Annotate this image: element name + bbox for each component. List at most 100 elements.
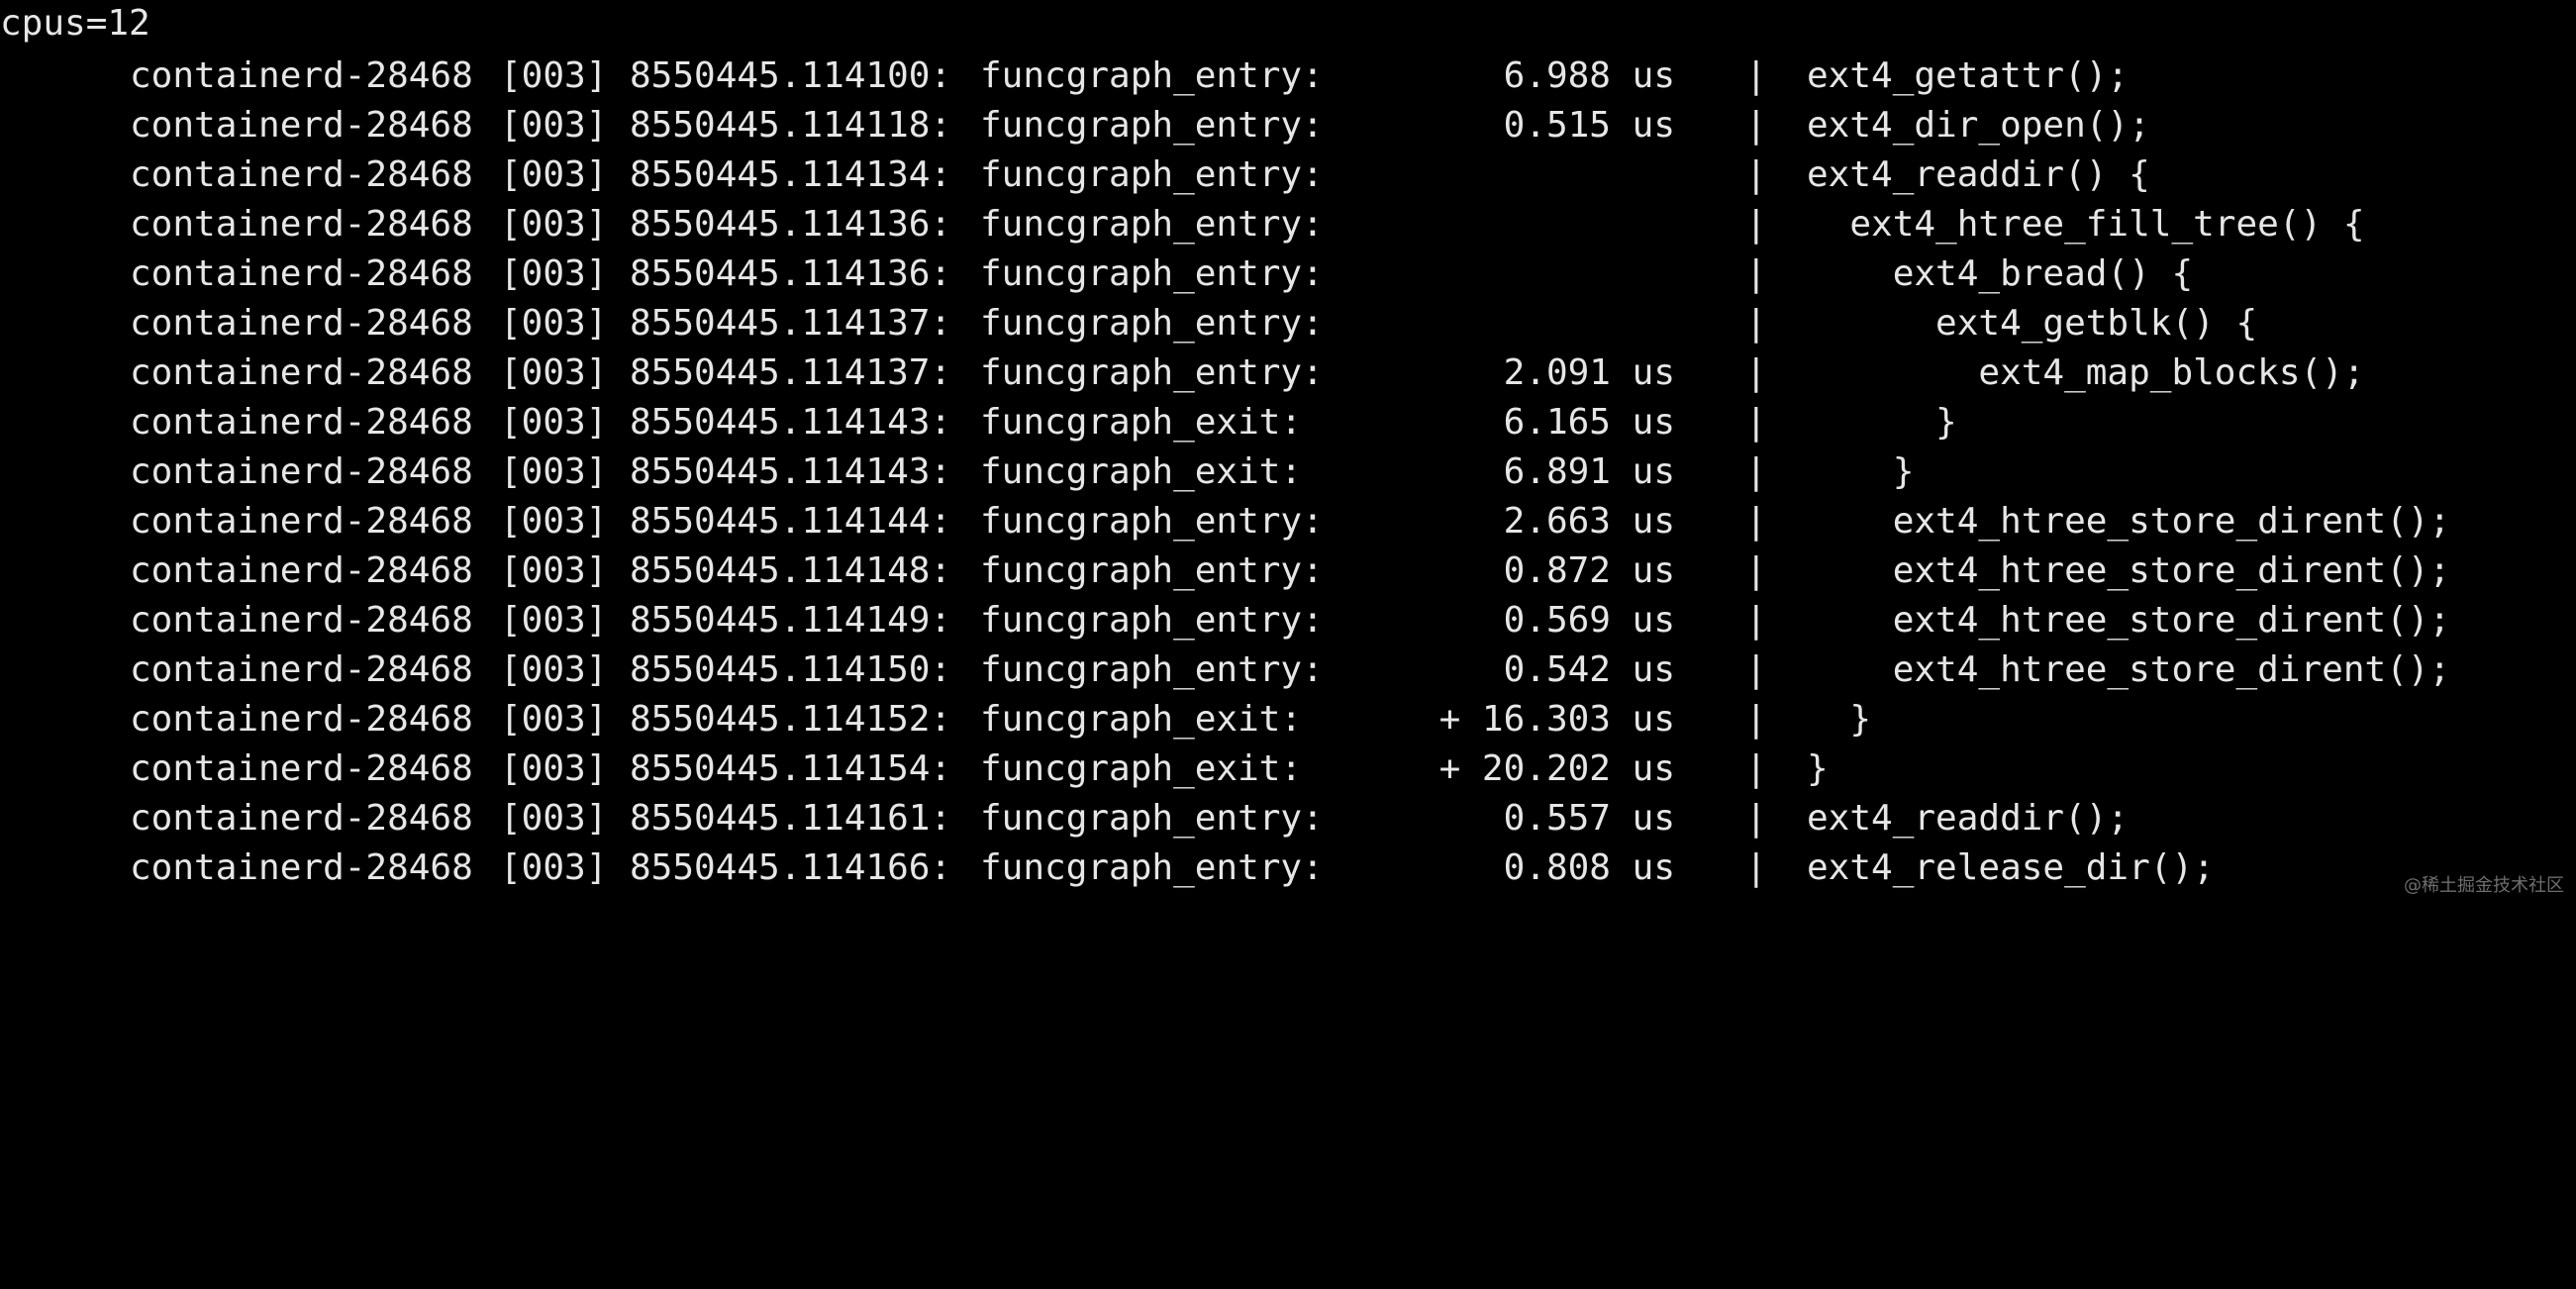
trace-function: } <box>1807 451 1915 492</box>
watermark: @稀土掘金技术社区 <box>2404 875 2564 896</box>
trace-line: containerd-28468 [003] 8550445.114134: f… <box>0 150 2576 200</box>
trace-function: ext4_release_dir(); <box>1807 847 2215 888</box>
trace-cpu: [003] <box>500 550 608 591</box>
trace-line: containerd-28468 [003] 8550445.114100: f… <box>0 51 2576 101</box>
trace-line: containerd-28468 [003] 8550445.114166: f… <box>0 843 2576 893</box>
trace-event: funcgraph_entry: <box>980 154 1324 195</box>
trace-line: containerd-28468 [003] 8550445.114161: f… <box>0 794 2576 843</box>
trace-timestamp: 8550445.114137: <box>630 303 952 344</box>
trace-function: ext4_htree_store_dirent(); <box>1807 550 2451 591</box>
trace-cpu: [003] <box>500 352 608 393</box>
trace-cpu: [003] <box>500 55 608 96</box>
trace-task: containerd-28468 <box>130 798 473 839</box>
trace-event: funcgraph_entry: <box>980 501 1324 542</box>
trace-task: containerd-28468 <box>130 501 473 542</box>
trace-line: containerd-28468 [003] 8550445.114118: f… <box>0 101 2576 150</box>
trace-timestamp: 8550445.114100: <box>630 55 952 96</box>
trace-line: containerd-28468 [003] 8550445.114137: f… <box>0 348 2576 398</box>
trace-event: funcgraph_entry: <box>980 253 1324 294</box>
trace-line: containerd-28468 [003] 8550445.114150: f… <box>0 645 2576 695</box>
trace-function: ext4_map_blocks(); <box>1807 352 2365 393</box>
trace-event: funcgraph_entry: <box>980 105 1324 146</box>
trace-task: containerd-28468 <box>130 451 473 492</box>
trace-separator: | <box>1745 253 1767 294</box>
trace-separator: | <box>1745 501 1767 542</box>
trace-timestamp: 8550445.114161: <box>630 798 952 839</box>
trace-timestamp: 8550445.114166: <box>630 847 952 888</box>
trace-line: containerd-28468 [003] 8550445.114137: f… <box>0 299 2576 348</box>
trace-line: containerd-28468 [003] 8550445.114149: f… <box>0 596 2576 645</box>
trace-event: funcgraph_entry: <box>980 352 1324 393</box>
trace-task: containerd-28468 <box>130 55 473 96</box>
trace-cpu: [003] <box>500 204 608 245</box>
trace-output: containerd-28468 [003] 8550445.114100: f… <box>0 51 2576 893</box>
trace-task: containerd-28468 <box>130 699 473 740</box>
trace-cpu: [003] <box>500 748 608 789</box>
trace-line: containerd-28468 [003] 8550445.114136: f… <box>0 249 2576 299</box>
trace-separator: | <box>1745 699 1767 740</box>
trace-separator: | <box>1745 303 1767 344</box>
trace-function: ext4_htree_fill_tree() { <box>1807 204 2365 245</box>
trace-event: funcgraph_entry: <box>980 550 1324 591</box>
trace-task: containerd-28468 <box>130 550 473 591</box>
trace-function: ext4_getblk() { <box>1807 303 2258 344</box>
trace-task: containerd-28468 <box>130 253 473 294</box>
trace-duration: 2.663 us <box>1503 501 1675 542</box>
trace-task: containerd-28468 <box>130 847 473 888</box>
trace-event: funcgraph_entry: <box>980 847 1324 888</box>
trace-function: ext4_bread() { <box>1807 253 2194 294</box>
trace-task: containerd-28468 <box>130 402 473 443</box>
trace-cpu: [003] <box>500 402 608 443</box>
trace-timestamp: 8550445.114136: <box>630 204 952 245</box>
trace-task: containerd-28468 <box>130 154 473 195</box>
trace-function: ext4_dir_open(); <box>1807 105 2150 146</box>
trace-line: containerd-28468 [003] 8550445.114154: f… <box>0 744 2576 794</box>
trace-duration: 0.542 us <box>1503 649 1675 690</box>
trace-duration: 0.557 us <box>1503 798 1675 839</box>
trace-duration: + 16.303 us <box>1438 699 1675 740</box>
trace-separator: | <box>1745 105 1767 146</box>
trace-timestamp: 8550445.114143: <box>630 451 952 492</box>
trace-timestamp: 8550445.114154: <box>630 748 952 789</box>
trace-timestamp: 8550445.114148: <box>630 550 952 591</box>
trace-duration: 0.808 us <box>1503 847 1675 888</box>
trace-separator: | <box>1745 352 1767 393</box>
trace-function: } <box>1807 748 1829 789</box>
trace-function: ext4_htree_store_dirent(); <box>1807 649 2451 690</box>
trace-duration: 0.872 us <box>1503 550 1675 591</box>
trace-cpu: [003] <box>500 798 608 839</box>
trace-task: containerd-28468 <box>130 600 473 641</box>
trace-duration: 0.569 us <box>1503 600 1675 641</box>
trace-function: ext4_readdir(); <box>1807 798 2130 839</box>
trace-event: funcgraph_entry: <box>980 204 1324 245</box>
trace-task: containerd-28468 <box>130 352 473 393</box>
trace-timestamp: 8550445.114118: <box>630 105 952 146</box>
trace-task: containerd-28468 <box>130 748 473 789</box>
trace-event: funcgraph_entry: <box>980 303 1324 344</box>
trace-line: containerd-28468 [003] 8550445.114143: f… <box>0 398 2576 447</box>
trace-timestamp: 8550445.114143: <box>630 402 952 443</box>
trace-task: containerd-28468 <box>130 105 473 146</box>
trace-function: ext4_readdir() { <box>1807 154 2150 195</box>
trace-line: containerd-28468 [003] 8550445.114143: f… <box>0 447 2576 497</box>
trace-separator: | <box>1745 204 1767 245</box>
trace-cpu: [003] <box>500 451 608 492</box>
trace-event: funcgraph_entry: <box>980 600 1324 641</box>
trace-line: containerd-28468 [003] 8550445.114148: f… <box>0 546 2576 596</box>
trace-separator: | <box>1745 55 1767 96</box>
trace-separator: | <box>1745 748 1767 789</box>
trace-line: containerd-28468 [003] 8550445.114136: f… <box>0 200 2576 249</box>
trace-event: funcgraph_exit: <box>980 451 1303 492</box>
trace-duration: 0.515 us <box>1503 105 1675 146</box>
trace-task: containerd-28468 <box>130 204 473 245</box>
trace-separator: | <box>1745 550 1767 591</box>
trace-timestamp: 8550445.114152: <box>630 699 952 740</box>
trace-cpu: [003] <box>500 600 608 641</box>
trace-function: ext4_htree_store_dirent(); <box>1807 501 2451 542</box>
trace-function: } <box>1807 402 1957 443</box>
trace-cpu: [003] <box>500 105 608 146</box>
trace-event: funcgraph_entry: <box>980 798 1324 839</box>
trace-cpu: [003] <box>500 847 608 888</box>
trace-cpu: [003] <box>500 649 608 690</box>
trace-cpu: [003] <box>500 699 608 740</box>
